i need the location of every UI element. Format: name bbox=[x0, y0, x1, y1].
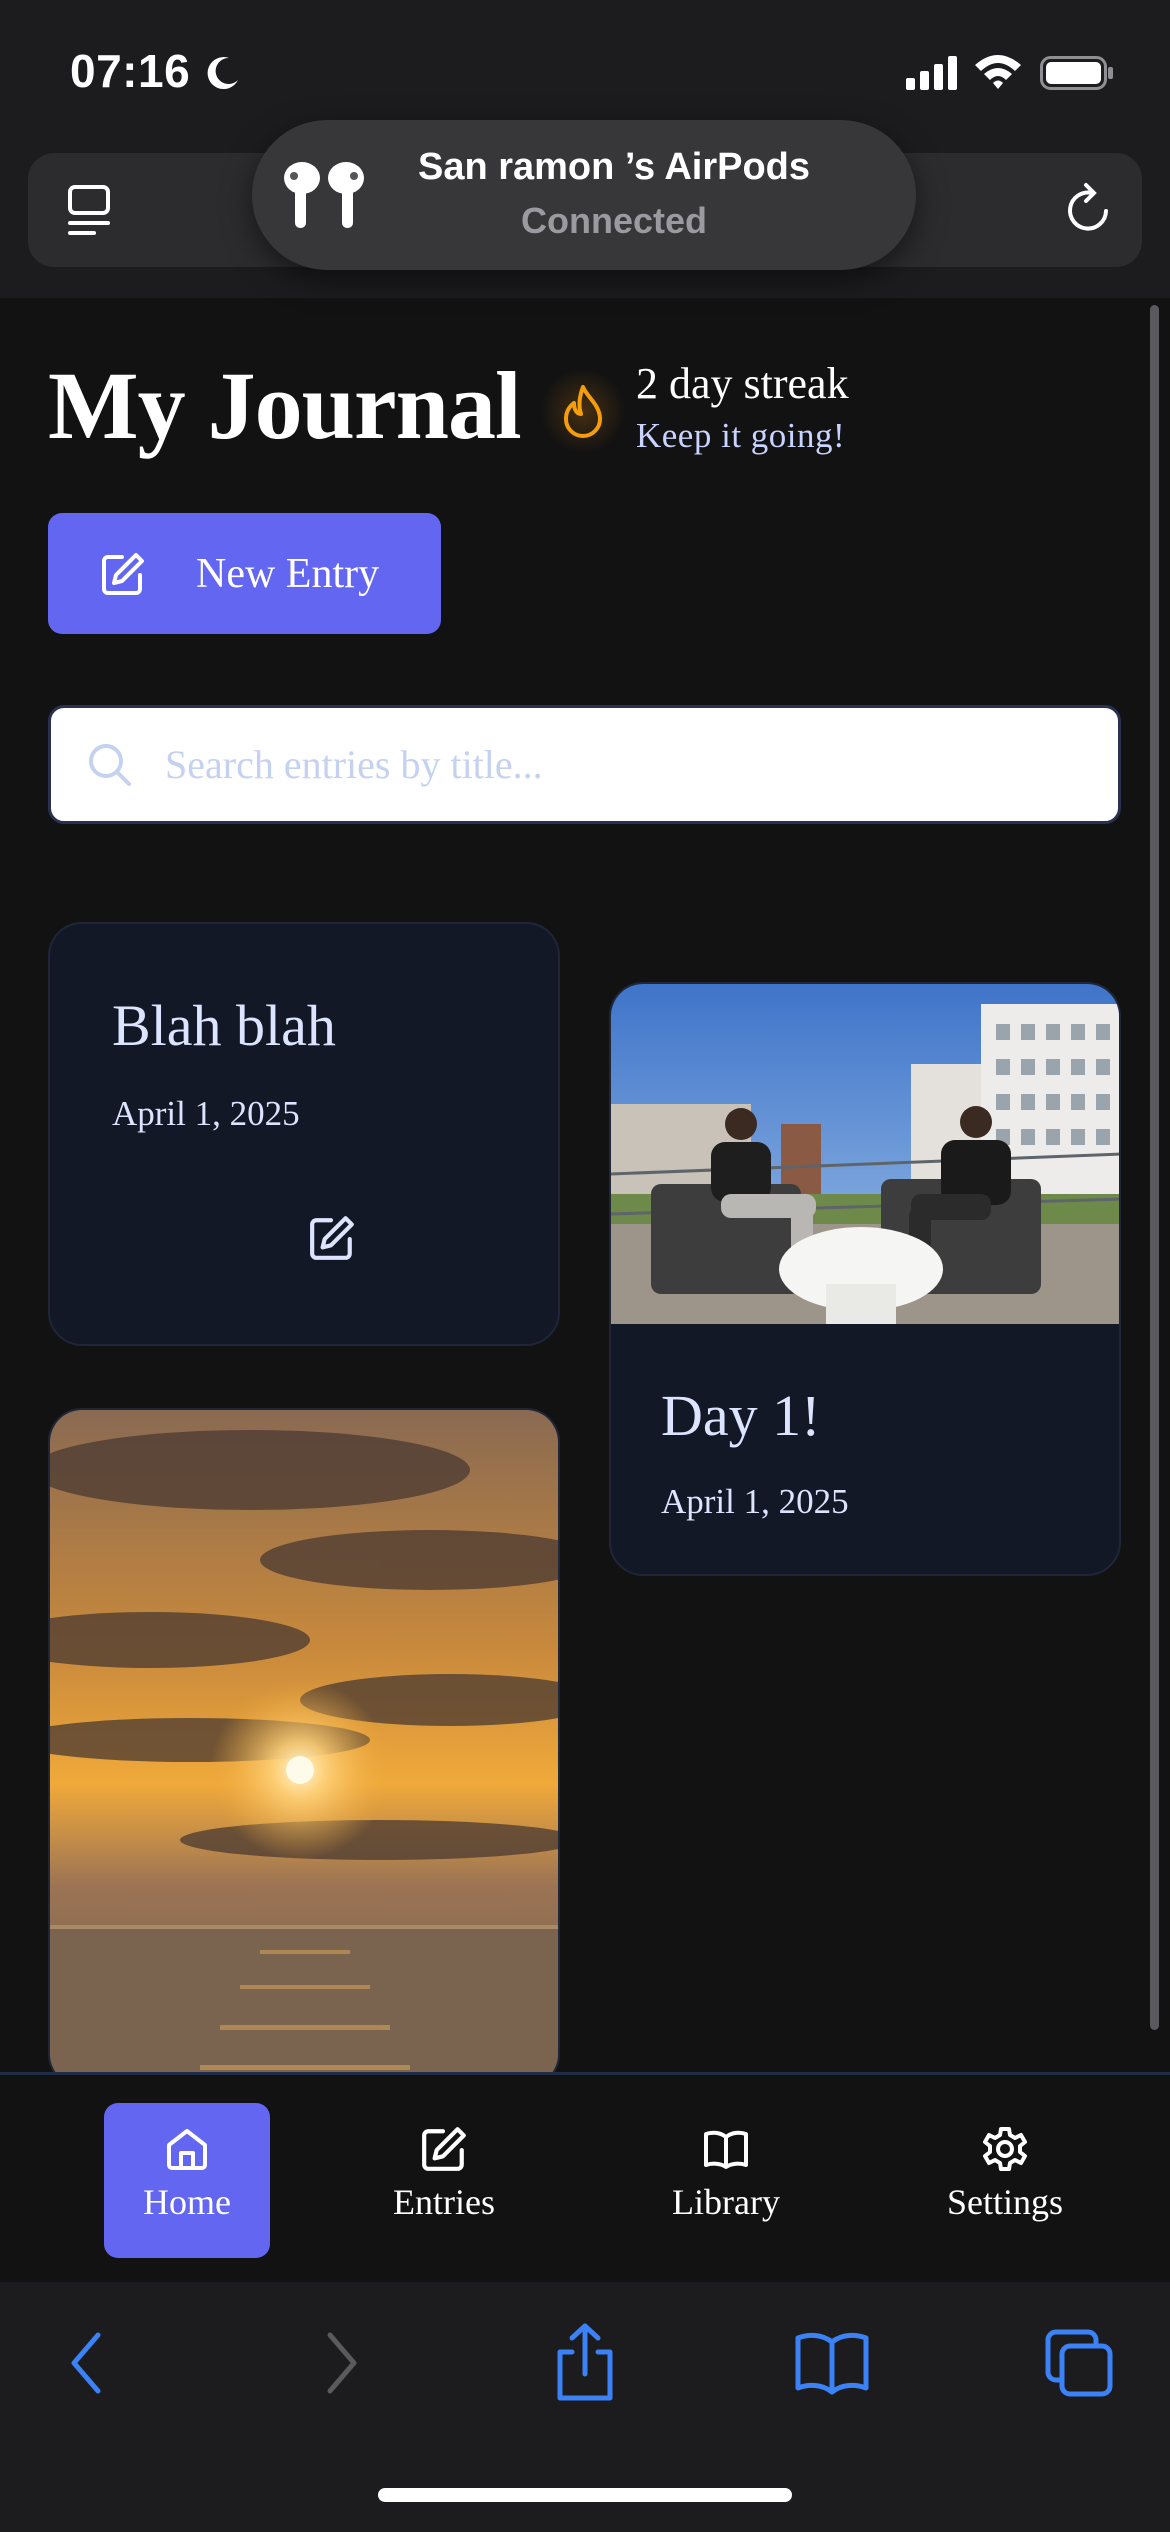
entry-date: April 1, 2025 bbox=[661, 1482, 849, 1521]
pencil-square-icon[interactable] bbox=[308, 1214, 356, 1262]
entry-title: Day 1! bbox=[661, 1383, 821, 1448]
status-time: 07:16 bbox=[70, 45, 191, 97]
back-icon[interactable] bbox=[64, 2327, 112, 2399]
bottom-nav: Home Entries Library Settings bbox=[0, 2072, 1170, 2282]
entry-photo bbox=[611, 984, 1119, 1324]
book-open-icon bbox=[704, 2130, 748, 2169]
pencil-square-icon bbox=[100, 551, 146, 597]
scroll-indicator[interactable] bbox=[1150, 305, 1159, 2030]
nav-label: Entries bbox=[393, 2182, 495, 2222]
nav-item-library[interactable]: Library bbox=[643, 2103, 809, 2258]
airpods-connected-banner[interactable]: San ramon ’s AirPods Connected bbox=[252, 120, 916, 270]
forward-icon[interactable] bbox=[316, 2327, 364, 2399]
airpods-title: San ramon ’s AirPods bbox=[417, 146, 811, 188]
pencil-square-icon bbox=[422, 2127, 466, 2171]
streak-title: 2 day streak bbox=[636, 359, 849, 408]
gear-icon bbox=[983, 2127, 1027, 2171]
tabs-icon[interactable] bbox=[1044, 2328, 1116, 2400]
browser-top-chrome: 07:16 San ramon ’s AirPods Connected bbox=[0, 0, 1170, 298]
nav-label: Home bbox=[143, 2182, 231, 2222]
home-icon bbox=[167, 2129, 207, 2170]
nav-item-entries[interactable]: Entries bbox=[361, 2103, 527, 2258]
home-indicator[interactable] bbox=[378, 2488, 792, 2502]
new-entry-button[interactable]: New Entry bbox=[48, 513, 441, 634]
nav-item-settings[interactable]: Settings bbox=[922, 2103, 1088, 2258]
reload-icon[interactable] bbox=[1062, 181, 1118, 237]
reader-icon[interactable] bbox=[64, 183, 116, 237]
moon-icon bbox=[204, 54, 242, 92]
search-box[interactable] bbox=[48, 705, 1121, 824]
entry-card[interactable]: Day 1! April 1, 2025 bbox=[609, 982, 1121, 1576]
new-entry-label: New Entry bbox=[196, 550, 380, 597]
entry-card[interactable] bbox=[48, 1408, 560, 2088]
airpods-status: Connected bbox=[520, 200, 707, 241]
page-title: My Journal bbox=[48, 352, 522, 459]
entry-title: Blah blah bbox=[112, 993, 336, 1058]
bookmarks-icon[interactable] bbox=[794, 2330, 870, 2396]
battery-icon bbox=[1040, 56, 1114, 90]
wifi-icon bbox=[973, 52, 1023, 90]
search-icon bbox=[87, 742, 133, 788]
nav-label: Library bbox=[672, 2182, 780, 2222]
nav-item-home[interactable]: Home bbox=[104, 2103, 270, 2258]
search-input[interactable] bbox=[165, 741, 1065, 788]
streak-subtitle: Keep it going! bbox=[636, 416, 846, 455]
entry-card[interactable]: Blah blah April 1, 2025 bbox=[48, 922, 560, 1346]
nav-label: Settings bbox=[946, 2182, 1063, 2222]
cellular-signal-icon bbox=[906, 56, 958, 90]
share-icon[interactable] bbox=[550, 2322, 620, 2404]
entry-photo bbox=[50, 1410, 558, 2086]
flame-icon bbox=[540, 368, 626, 454]
entry-date: April 1, 2025 bbox=[112, 1094, 300, 1133]
